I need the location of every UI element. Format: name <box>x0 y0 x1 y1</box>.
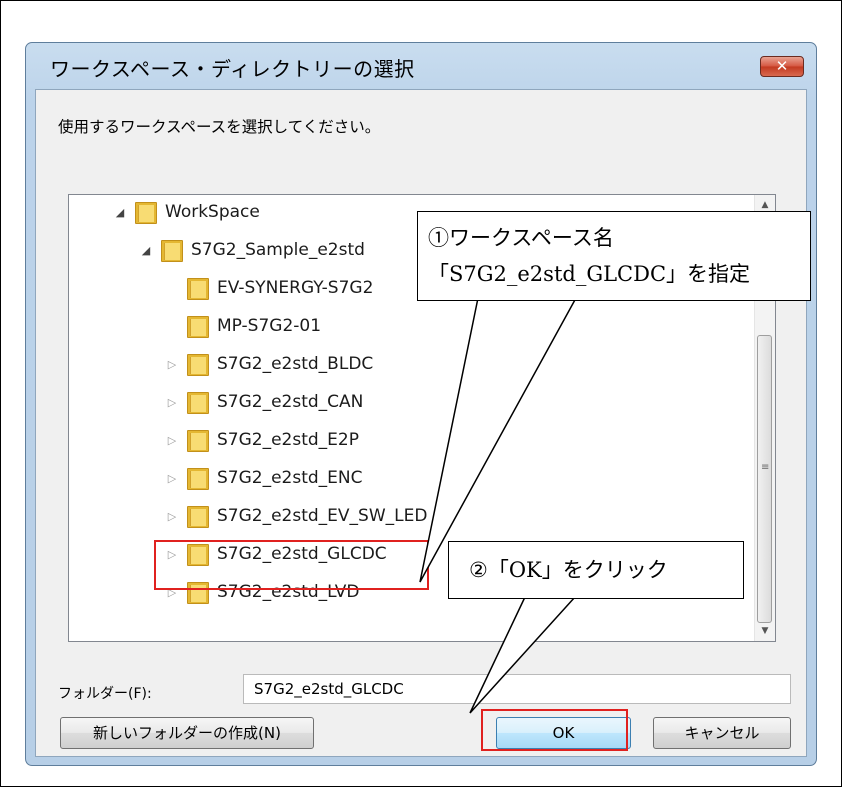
callout-step2-text: ②「OK」をクリック <box>469 558 668 582</box>
callout-step2: ②「OK」をクリック <box>448 541 744 599</box>
callout-step1: ①ワークスペース名 「S7G2_e2std_GLCDC」を指定 <box>417 211 811 301</box>
callout-pointers <box>419 297 577 714</box>
callout-pointer-1 <box>419 297 577 583</box>
callout-pointer-2 <box>469 596 576 714</box>
callout-step1-line1: ①ワークスペース名 <box>428 226 614 250</box>
callout-step1-line2: 「S7G2_e2std_GLCDC」を指定 <box>428 262 751 286</box>
